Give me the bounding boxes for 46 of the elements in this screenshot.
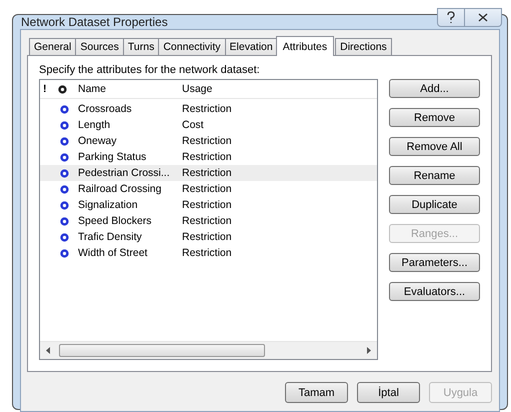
table-cell-text: Signalization [77,199,139,211]
tab[interactable]: Attributes [276,36,334,56]
tab[interactable]: Sources [75,38,124,55]
table-cell-text: Pedestrian Crossi... [77,167,171,179]
action-button[interactable]: Parameters... [389,253,480,272]
instruction-text: Specify the attributes for the network dataset: [39,64,261,76]
table-cell-text: Restriction [181,231,233,243]
column-header[interactable]: ! [40,83,54,95]
action-button[interactable]: Add... [389,79,480,98]
table-cell-text: Trafic Density [77,231,143,243]
table-cell-text: Cost [181,119,205,131]
selected-row[interactable]: Pedestrian Crossi... Restriction [40,165,377,181]
tab[interactable]: General [29,38,76,55]
table-cell-text: Parking Status [77,151,148,163]
table-cell-text: Oneway [77,135,118,147]
gear-icon [58,84,67,94]
table-cell-text: Restriction [181,167,233,179]
action-button[interactable]: Rename [389,166,480,185]
table-cell-text: Railroad Crossing [77,183,162,195]
table-cell-text: Crossroads [77,103,133,115]
action-button[interactable]: Evaluators... [389,282,480,301]
dialog-button[interactable]: İptal [357,382,420,403]
column-header[interactable]: Name [74,83,178,95]
dialog-button[interactable]: Tamam [285,382,348,403]
action-button[interactable]: Remove [389,108,480,127]
table-cell-text: Speed Blockers [77,215,153,227]
tab[interactable]: Connectivity [158,38,226,55]
table-cell-text: Restriction [181,135,233,147]
tab[interactable]: Directions [335,38,392,55]
action-button[interactable]: Duplicate [389,195,480,214]
help-icon[interactable] [437,8,465,26]
table-cell-text: Restriction [181,103,233,115]
table-cell-text: Restriction [181,247,233,259]
action-button[interactable]: Remove All [389,137,480,156]
table-cell-text: Restriction [181,199,233,211]
close-icon[interactable] [465,8,502,26]
tab[interactable]: Turns [122,38,160,55]
table-cell-text: Width of Street [77,247,148,259]
tab[interactable]: Elevation [224,38,278,55]
scrollbar-thumb[interactable] [59,344,265,357]
table-cell-text: Length [77,119,112,131]
table-cell-text: Restriction [181,183,233,195]
column-header[interactable]: Usage [178,83,377,95]
table-cell-text: Restriction [181,215,233,227]
window-title: Network Dataset Properties [20,15,169,29]
table-cell-text: Restriction [181,151,233,163]
